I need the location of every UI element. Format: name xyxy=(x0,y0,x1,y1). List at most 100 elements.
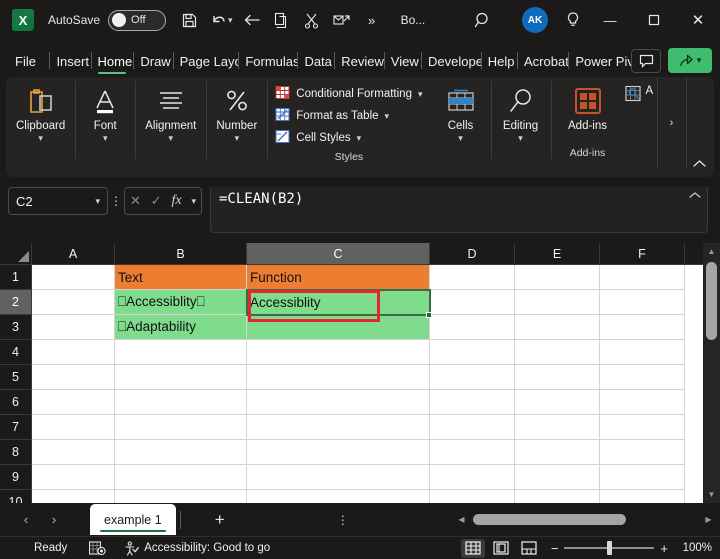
next-sheet-button[interactable]: › xyxy=(40,506,68,534)
table-row[interactable] xyxy=(430,340,515,365)
table-row[interactable] xyxy=(247,490,430,503)
table-row[interactable] xyxy=(32,415,115,440)
document-name[interactable]: Bo... xyxy=(401,13,426,27)
font-chevron-down-icon[interactable]: ▾ xyxy=(103,133,108,143)
table-row[interactable] xyxy=(32,490,115,503)
table-row[interactable] xyxy=(115,390,247,415)
cut-icon[interactable] xyxy=(297,5,327,35)
number-chevron-down-icon[interactable]: ▾ xyxy=(235,133,240,143)
cell-b1[interactable]: Text xyxy=(115,265,247,290)
tab-formulas[interactable]: Formulas xyxy=(238,48,297,74)
cell-styles-chevron-down-icon[interactable]: ▾ xyxy=(357,133,362,144)
table-row[interactable] xyxy=(515,340,600,365)
paste-special-icon[interactable] xyxy=(327,5,357,35)
table-row[interactable] xyxy=(430,490,515,503)
close-button[interactable]: ✕ xyxy=(676,0,720,40)
ribbon-group-number[interactable]: Number ▾ xyxy=(206,77,267,163)
minimize-button[interactable]: — xyxy=(588,0,632,40)
table-row[interactable] xyxy=(515,440,600,465)
conditional-formatting-chevron-down-icon[interactable]: ▾ xyxy=(418,89,423,100)
tab-acrobat[interactable]: Acrobat xyxy=(517,48,568,74)
column-header-e[interactable]: E xyxy=(515,243,600,265)
function-chevron-down-icon[interactable]: ▾ xyxy=(191,196,196,207)
ribbon-group-alignment[interactable]: Alignment ▾ xyxy=(135,77,206,163)
addin-tool-button[interactable]: A xyxy=(625,77,657,169)
table-row[interactable] xyxy=(430,390,515,415)
tab-power-pivot[interactable]: Power Piv xyxy=(568,48,631,74)
table-row[interactable] xyxy=(600,465,685,490)
table-row[interactable] xyxy=(115,365,247,390)
page-break-preview-button[interactable] xyxy=(517,539,541,558)
cell-f3[interactable] xyxy=(600,315,685,340)
row-header-3[interactable]: 3 xyxy=(0,315,32,340)
maximize-button[interactable] xyxy=(632,0,676,40)
table-row[interactable] xyxy=(32,365,115,390)
scroll-up-icon[interactable]: ▲ xyxy=(703,243,720,260)
tab-data[interactable]: Data xyxy=(297,48,334,74)
cell-a1[interactable] xyxy=(32,265,115,290)
cells-chevron-down-icon[interactable]: ▾ xyxy=(458,133,463,143)
format-as-table-chevron-down-icon[interactable]: ▾ xyxy=(385,111,390,122)
more-commands-icon[interactable]: » xyxy=(357,5,387,35)
table-row[interactable] xyxy=(430,365,515,390)
editing-chevron-down-icon[interactable]: ▾ xyxy=(518,133,523,143)
cell-d3[interactable] xyxy=(430,315,515,340)
table-row[interactable] xyxy=(247,390,430,415)
table-row[interactable] xyxy=(247,465,430,490)
tab-review[interactable]: Review xyxy=(334,48,383,74)
table-row[interactable] xyxy=(247,415,430,440)
row-header-2[interactable]: 2 xyxy=(0,290,32,315)
tab-home[interactable]: Home xyxy=(91,48,134,74)
cell-e2[interactable] xyxy=(515,290,600,315)
table-row[interactable] xyxy=(247,365,430,390)
zoom-slider-track[interactable] xyxy=(564,547,654,549)
column-header-b[interactable]: B xyxy=(115,243,247,265)
share-button[interactable]: ▾ xyxy=(668,48,712,73)
search-icon[interactable] xyxy=(468,5,498,35)
cell-b2[interactable]: ⎕Accessiblity⎕ xyxy=(115,290,247,315)
table-row[interactable] xyxy=(515,415,600,440)
tab-developer[interactable]: Develope xyxy=(421,48,481,74)
table-row[interactable] xyxy=(115,340,247,365)
zoom-in-button[interactable]: + xyxy=(660,541,668,556)
cell-f1[interactable] xyxy=(600,265,685,290)
avatar[interactable]: AK xyxy=(522,7,548,33)
scroll-down-icon[interactable]: ▼ xyxy=(703,486,720,503)
cell-a3[interactable] xyxy=(32,315,115,340)
table-row[interactable] xyxy=(515,465,600,490)
macro-record-button[interactable] xyxy=(89,541,106,556)
cell-d2[interactable] xyxy=(430,290,515,315)
zoom-level-label[interactable]: 100% xyxy=(678,542,712,554)
cancel-formula-icon[interactable]: ✕ xyxy=(130,193,141,209)
scroll-left-icon[interactable]: ◀ xyxy=(454,515,469,524)
table-row[interactable] xyxy=(430,465,515,490)
table-row[interactable] xyxy=(515,490,600,503)
add-sheet-button[interactable]: + xyxy=(203,506,237,534)
format-as-table-button[interactable]: Format as Table ▾ xyxy=(275,105,422,127)
cell-a2[interactable] xyxy=(32,290,115,315)
table-row[interactable] xyxy=(32,340,115,365)
tab-draw[interactable]: Draw xyxy=(133,48,172,74)
collapse-ribbon-button[interactable] xyxy=(693,159,706,171)
alignment-chevron-down-icon[interactable]: ▾ xyxy=(169,133,174,143)
cell-e3[interactable] xyxy=(515,315,600,340)
previous-sheet-button[interactable]: ‹ xyxy=(12,506,40,534)
column-header-f[interactable]: F xyxy=(600,243,685,265)
vertical-scrollbar[interactable]: ▲ ▼ xyxy=(703,243,720,503)
share-chevron-down-icon[interactable]: ▾ xyxy=(697,55,702,66)
sheet-tab-example-1[interactable]: example 1 xyxy=(90,504,176,535)
normal-view-button[interactable] xyxy=(461,539,485,558)
copy-icon[interactable] xyxy=(267,5,297,35)
vertical-scroll-thumb[interactable] xyxy=(706,262,717,340)
cell-c1[interactable]: Function xyxy=(247,265,430,290)
enter-formula-icon[interactable]: ✓ xyxy=(151,193,162,209)
table-row[interactable] xyxy=(515,365,600,390)
zoom-out-button[interactable]: − xyxy=(551,541,559,556)
zoom-slider-thumb[interactable] xyxy=(607,541,612,555)
comment-icon[interactable] xyxy=(631,49,661,73)
horizontal-scrollbar[interactable]: ◀ ▶ xyxy=(454,511,716,528)
conditional-formatting-button[interactable]: Conditional Formatting ▾ xyxy=(275,83,422,105)
lightbulb-icon[interactable] xyxy=(558,5,588,35)
table-row[interactable] xyxy=(32,465,115,490)
tab-page-layout[interactable]: Page Layo xyxy=(173,48,239,74)
